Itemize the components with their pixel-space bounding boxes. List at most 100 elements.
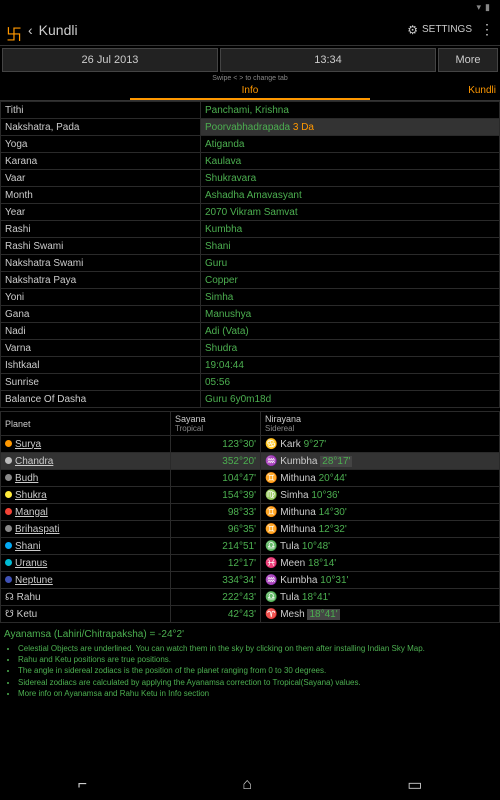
info-key: Yoga	[1, 136, 201, 153]
info-row: Nakshatra, PadaPoorvabhadrapada 3 Da	[1, 119, 500, 136]
planet-name: Mangal	[15, 507, 48, 518]
planet-dot-icon	[5, 491, 12, 498]
info-value: Kumbha	[201, 221, 500, 238]
tropical-value: 222°43'	[171, 589, 261, 606]
info-key: Nakshatra Paya	[1, 272, 201, 289]
nav-bar: ⌐ ⌂ ▭	[0, 770, 500, 800]
more-button[interactable]: More	[438, 48, 498, 72]
sidereal-value: ♎ Tula 18°41'	[261, 589, 500, 606]
info-value: 2070 Vikram Samvat	[201, 204, 500, 221]
sidereal-value: ♍ Simha 10°36'	[261, 487, 500, 504]
planet-dot-icon	[5, 525, 12, 532]
planet-symbol-icon: ☊	[5, 592, 17, 603]
planet-cell[interactable]: Chandra	[1, 453, 171, 470]
note-item: More info on Ayanamsa and Rahu Ketu in I…	[18, 688, 496, 699]
tropical-value: 334°34'	[171, 572, 261, 589]
planet-dot-icon	[5, 559, 12, 566]
status-bar: ▾ ▮	[0, 0, 500, 14]
info-row: YoniSimha	[1, 289, 500, 306]
info-value: Poorvabhadrapada 3 Da	[201, 119, 500, 136]
info-row: Balance Of DashaGuru 6y0m18d	[1, 391, 500, 408]
time-button[interactable]: 13:34	[220, 48, 436, 72]
tropical-value: 123°30'	[171, 436, 261, 453]
planet-table: Planet SayanaTropical NirayanaSidereal S…	[0, 411, 500, 623]
nav-recent-icon[interactable]: ▭	[407, 775, 422, 795]
planet-cell[interactable]: Uranus	[1, 555, 171, 572]
settings-icon: ⚙	[407, 23, 418, 37]
info-key: Nakshatra, Pada	[1, 119, 201, 136]
planet-row: Surya123°30'♋ Kark 9°27'	[1, 436, 500, 453]
info-value: Manushya	[201, 306, 500, 323]
planet-dot-icon	[5, 508, 12, 515]
planet-dot-icon	[5, 542, 12, 549]
settings-button[interactable]: ⚙ SETTINGS	[407, 23, 472, 37]
note-item: Sidereal zodiacs are calculated by apply…	[18, 677, 496, 688]
info-value: Guru 6y0m18d	[201, 391, 500, 408]
app-icon: 卐	[6, 21, 24, 39]
planet-name: Surya	[15, 439, 41, 450]
info-value: Ashadha Amavasyant	[201, 187, 500, 204]
info-value: Guru	[201, 255, 500, 272]
tropical-value: 214°51'	[171, 538, 261, 555]
planet-cell[interactable]: ☋ Ketu	[1, 606, 171, 623]
notes-list: Celestial Objects are underlined. You ca…	[0, 643, 500, 703]
planet-cell[interactable]: Shukra	[1, 487, 171, 504]
info-key: Nakshatra Swami	[1, 255, 201, 272]
back-icon[interactable]: ‹	[28, 22, 33, 38]
nav-home-icon[interactable]: ⌂	[242, 776, 252, 794]
tropical-value: 352°20'	[171, 453, 261, 470]
planet-cell[interactable]: Neptune	[1, 572, 171, 589]
planet-row: Chandra352°20'♒ Kumbha 28°17'	[1, 453, 500, 470]
planet-cell[interactable]: Budh	[1, 470, 171, 487]
planet-cell[interactable]: Shani	[1, 538, 171, 555]
planet-row: Shukra154°39'♍ Simha 10°36'	[1, 487, 500, 504]
tropical-col-header: SayanaTropical	[171, 412, 261, 436]
planet-name: Budh	[15, 473, 38, 484]
info-key: Rashi Swami	[1, 238, 201, 255]
planet-name: Brihaspati	[15, 524, 59, 535]
sidereal-value: ♈ Mesh 18°41'	[261, 606, 500, 623]
date-button[interactable]: 26 Jul 2013	[2, 48, 218, 72]
planet-row: Budh104°47'♊ Mithuna 20°44'	[1, 470, 500, 487]
planet-cell[interactable]: Mangal	[1, 504, 171, 521]
planet-name: Rahu	[17, 592, 41, 603]
tropical-value: 96°35'	[171, 521, 261, 538]
info-row: Rashi SwamiShani	[1, 238, 500, 255]
planet-dot-icon	[5, 457, 12, 464]
tab-kundli[interactable]: Kundli	[464, 83, 500, 100]
tab-info[interactable]: Info	[130, 83, 370, 100]
info-key: Yoni	[1, 289, 201, 306]
toolbar: 26 Jul 2013 13:34 More	[0, 46, 500, 74]
app-title: Kundli	[39, 22, 408, 38]
planet-name: Neptune	[15, 575, 53, 586]
planet-row: Shani214°51'♎ Tula 10°48'	[1, 538, 500, 555]
sidereal-col-header: NirayanaSidereal	[261, 412, 500, 436]
note-item: Rahu and Ketu positions are true positio…	[18, 654, 496, 665]
ayanamsa-text: Ayanamsa (Lahiri/Chitrapaksha) = -24°2'	[0, 623, 500, 643]
planet-col-header: Planet	[1, 412, 171, 436]
planet-symbol-icon: ☋	[5, 609, 17, 620]
info-row: MonthAshadha Amavasyant	[1, 187, 500, 204]
info-key: Rashi	[1, 221, 201, 238]
info-key: Tithi	[1, 102, 201, 119]
overflow-menu-icon[interactable]: ⋮	[480, 21, 494, 38]
info-row: KaranaKaulava	[1, 153, 500, 170]
planet-cell[interactable]: Brihaspati	[1, 521, 171, 538]
info-key: Gana	[1, 306, 201, 323]
planet-row: Uranus12°17'♓ Meen 18°14'	[1, 555, 500, 572]
info-key: Year	[1, 204, 201, 221]
tropical-value: 42°43'	[171, 606, 261, 623]
nav-back-icon[interactable]: ⌐	[78, 776, 87, 794]
planet-cell[interactable]: ☊ Rahu	[1, 589, 171, 606]
planet-row: ☊ Rahu222°43'♎ Tula 18°41'	[1, 589, 500, 606]
tab-row: Info Kundli	[0, 83, 500, 101]
planet-name: Uranus	[15, 558, 47, 569]
note-item: Celestial Objects are underlined. You ca…	[18, 643, 496, 654]
info-row: Sunrise05:56	[1, 374, 500, 391]
info-row: Year2070 Vikram Samvat	[1, 204, 500, 221]
sidereal-value: ♒ Kumbha 28°17'	[261, 453, 500, 470]
planet-cell[interactable]: Surya	[1, 436, 171, 453]
sidereal-value: ♊ Mithuna 20°44'	[261, 470, 500, 487]
info-key: Vaar	[1, 170, 201, 187]
info-table: TithiPanchami, Krishna Nakshatra, PadaPo…	[0, 101, 500, 408]
